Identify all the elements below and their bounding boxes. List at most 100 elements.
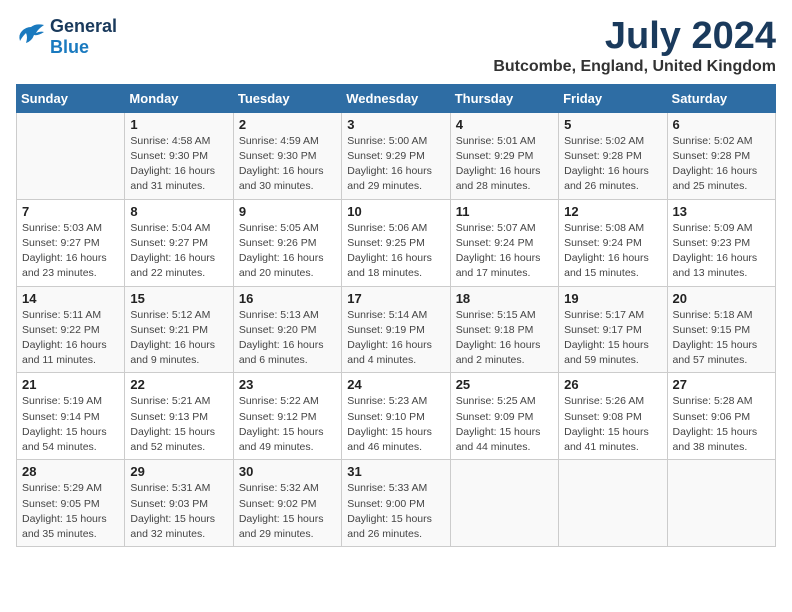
day-cell [450, 460, 558, 547]
day-info: Sunrise: 5:33 AM Sunset: 9:00 PM Dayligh… [347, 481, 444, 542]
title-block: July 2024 Butcombe, England, United King… [493, 16, 776, 76]
day-info: Sunrise: 4:58 AM Sunset: 9:30 PM Dayligh… [130, 134, 227, 195]
day-info: Sunrise: 5:26 AM Sunset: 9:08 PM Dayligh… [564, 394, 661, 455]
day-cell: 20 Sunrise: 5:18 AM Sunset: 9:15 PM Dayli… [667, 286, 775, 373]
week-row-5: 28 Sunrise: 5:29 AM Sunset: 9:05 PM Dayli… [17, 460, 776, 547]
week-row-1: 1 Sunrise: 4:58 AM Sunset: 9:30 PM Daylig… [17, 112, 776, 199]
day-number: 8 [130, 204, 227, 219]
day-number: 25 [456, 377, 553, 392]
day-number: 19 [564, 291, 661, 306]
column-header-monday: Monday [125, 84, 233, 112]
day-info: Sunrise: 5:32 AM Sunset: 9:02 PM Dayligh… [239, 481, 336, 542]
column-header-thursday: Thursday [450, 84, 558, 112]
day-cell: 21Sunrise: 5:19 AM Sunset: 9:14 PM Dayli… [17, 373, 125, 460]
logo: General Blue [16, 16, 117, 58]
day-number: 4 [456, 117, 553, 132]
day-cell: 16Sunrise: 5:13 AM Sunset: 9:20 PM Dayli… [233, 286, 341, 373]
day-cell: 14 Sunrise: 5:11 AM Sunset: 9:22 PM Dayli… [17, 286, 125, 373]
day-cell: 10Sunrise: 5:06 AM Sunset: 9:25 PM Dayli… [342, 199, 450, 286]
day-number: 20 [673, 291, 770, 306]
day-info: Sunrise: 5:31 AM Sunset: 9:03 PM Dayligh… [130, 481, 227, 542]
day-info: Sunrise: 5:05 AM Sunset: 9:26 PM Dayligh… [239, 221, 336, 282]
day-cell: 18 Sunrise: 5:15 AM Sunset: 9:18 PM Dayli… [450, 286, 558, 373]
day-cell: 7Sunrise: 5:03 AM Sunset: 9:27 PM Daylig… [17, 199, 125, 286]
week-row-4: 21Sunrise: 5:19 AM Sunset: 9:14 PM Dayli… [17, 373, 776, 460]
day-number: 14 [22, 291, 119, 306]
day-info: Sunrise: 5:02 AM Sunset: 9:28 PM Dayligh… [673, 134, 770, 195]
day-cell: 19 Sunrise: 5:17 AM Sunset: 9:17 PM Dayli… [559, 286, 667, 373]
logo-text: General Blue [50, 16, 117, 58]
day-number: 30 [239, 464, 336, 479]
day-cell: 24 Sunrise: 5:23 AM Sunset: 9:10 PM Dayli… [342, 373, 450, 460]
column-header-tuesday: Tuesday [233, 84, 341, 112]
day-number: 13 [673, 204, 770, 219]
day-number: 18 [456, 291, 553, 306]
day-cell: 13 Sunrise: 5:09 AM Sunset: 9:23 PM Dayli… [667, 199, 775, 286]
day-cell: 2 Sunrise: 4:59 AM Sunset: 9:30 PM Daylig… [233, 112, 341, 199]
day-number: 28 [22, 464, 119, 479]
day-cell: 30 Sunrise: 5:32 AM Sunset: 9:02 PM Dayli… [233, 460, 341, 547]
column-header-saturday: Saturday [667, 84, 775, 112]
day-info: Sunrise: 5:17 AM Sunset: 9:17 PM Dayligh… [564, 308, 661, 369]
day-cell [559, 460, 667, 547]
day-number: 22 [130, 377, 227, 392]
page-header: General Blue July 2024 Butcombe, England… [16, 16, 776, 76]
day-cell: 9 Sunrise: 5:05 AM Sunset: 9:26 PM Daylig… [233, 199, 341, 286]
day-number: 3 [347, 117, 444, 132]
day-info: Sunrise: 5:15 AM Sunset: 9:18 PM Dayligh… [456, 308, 553, 369]
day-info: Sunrise: 5:11 AM Sunset: 9:22 PM Dayligh… [22, 308, 119, 369]
day-number: 29 [130, 464, 227, 479]
day-number: 24 [347, 377, 444, 392]
calendar-table: SundayMondayTuesdayWednesdayThursdayFrid… [16, 84, 776, 547]
day-info: Sunrise: 5:01 AM Sunset: 9:29 PM Dayligh… [456, 134, 553, 195]
day-cell: 25Sunrise: 5:25 AM Sunset: 9:09 PM Dayli… [450, 373, 558, 460]
week-row-2: 7Sunrise: 5:03 AM Sunset: 9:27 PM Daylig… [17, 199, 776, 286]
day-number: 31 [347, 464, 444, 479]
logo-icon [16, 23, 46, 51]
day-number: 27 [673, 377, 770, 392]
day-cell: 1 Sunrise: 4:58 AM Sunset: 9:30 PM Daylig… [125, 112, 233, 199]
day-number: 26 [564, 377, 661, 392]
day-cell: 4 Sunrise: 5:01 AM Sunset: 9:29 PM Daylig… [450, 112, 558, 199]
day-info: Sunrise: 5:14 AM Sunset: 9:19 PM Dayligh… [347, 308, 444, 369]
day-cell [667, 460, 775, 547]
column-header-wednesday: Wednesday [342, 84, 450, 112]
day-cell: 31 Sunrise: 5:33 AM Sunset: 9:00 PM Dayli… [342, 460, 450, 547]
day-cell: 28 Sunrise: 5:29 AM Sunset: 9:05 PM Dayli… [17, 460, 125, 547]
day-info: Sunrise: 4:59 AM Sunset: 9:30 PM Dayligh… [239, 134, 336, 195]
column-header-sunday: Sunday [17, 84, 125, 112]
day-info: Sunrise: 5:23 AM Sunset: 9:10 PM Dayligh… [347, 394, 444, 455]
day-cell: 23 Sunrise: 5:22 AM Sunset: 9:12 PM Dayli… [233, 373, 341, 460]
month-title: July 2024 [493, 16, 776, 58]
day-info: Sunrise: 5:29 AM Sunset: 9:05 PM Dayligh… [22, 481, 119, 542]
day-number: 12 [564, 204, 661, 219]
day-info: Sunrise: 5:18 AM Sunset: 9:15 PM Dayligh… [673, 308, 770, 369]
column-header-friday: Friday [559, 84, 667, 112]
day-info: Sunrise: 5:09 AM Sunset: 9:23 PM Dayligh… [673, 221, 770, 282]
day-cell: 6Sunrise: 5:02 AM Sunset: 9:28 PM Daylig… [667, 112, 775, 199]
day-info: Sunrise: 5:28 AM Sunset: 9:06 PM Dayligh… [673, 394, 770, 455]
day-number: 17 [347, 291, 444, 306]
day-cell: 27 Sunrise: 5:28 AM Sunset: 9:06 PM Dayli… [667, 373, 775, 460]
day-info: Sunrise: 5:22 AM Sunset: 9:12 PM Dayligh… [239, 394, 336, 455]
day-cell: 8 Sunrise: 5:04 AM Sunset: 9:27 PM Daylig… [125, 199, 233, 286]
day-info: Sunrise: 5:00 AM Sunset: 9:29 PM Dayligh… [347, 134, 444, 195]
day-number: 10 [347, 204, 444, 219]
day-info: Sunrise: 5:08 AM Sunset: 9:24 PM Dayligh… [564, 221, 661, 282]
day-info: Sunrise: 5:04 AM Sunset: 9:27 PM Dayligh… [130, 221, 227, 282]
day-info: Sunrise: 5:02 AM Sunset: 9:28 PM Dayligh… [564, 134, 661, 195]
day-info: Sunrise: 5:07 AM Sunset: 9:24 PM Dayligh… [456, 221, 553, 282]
day-cell: 17 Sunrise: 5:14 AM Sunset: 9:19 PM Dayli… [342, 286, 450, 373]
day-cell: 12 Sunrise: 5:08 AM Sunset: 9:24 PM Dayli… [559, 199, 667, 286]
day-number: 9 [239, 204, 336, 219]
day-number: 2 [239, 117, 336, 132]
day-number: 1 [130, 117, 227, 132]
day-cell: 5Sunrise: 5:02 AM Sunset: 9:28 PM Daylig… [559, 112, 667, 199]
day-number: 16 [239, 291, 336, 306]
day-number: 23 [239, 377, 336, 392]
day-cell: 22Sunrise: 5:21 AM Sunset: 9:13 PM Dayli… [125, 373, 233, 460]
location: Butcombe, England, United Kingdom [493, 58, 776, 76]
day-number: 7 [22, 204, 119, 219]
day-cell: 11Sunrise: 5:07 AM Sunset: 9:24 PM Dayli… [450, 199, 558, 286]
day-info: Sunrise: 5:19 AM Sunset: 9:14 PM Dayligh… [22, 394, 119, 455]
